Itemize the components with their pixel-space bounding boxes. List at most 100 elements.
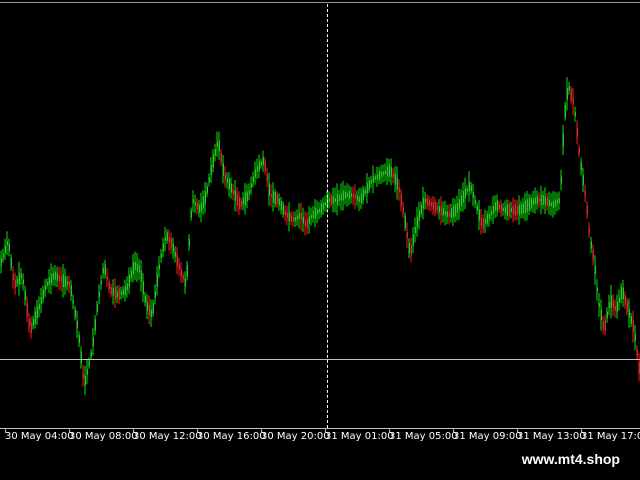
candle-body	[205, 191, 206, 204]
candle-body	[267, 174, 268, 181]
candle-body	[609, 301, 610, 309]
candle-body	[309, 216, 310, 224]
candle-body	[585, 190, 586, 197]
candle-body	[447, 211, 448, 218]
candle-body	[1, 257, 2, 266]
vertical-crosshair-line[interactable]	[327, 4, 328, 428]
candle-body	[347, 192, 348, 198]
candle-body	[273, 191, 274, 203]
candle-body	[599, 303, 600, 307]
candle-body	[549, 200, 550, 207]
candle-body	[101, 280, 102, 285]
candle-body	[59, 275, 60, 281]
watermark-text: www.mt4.shop	[513, 446, 628, 472]
candle-body	[89, 360, 90, 366]
candle-body	[367, 183, 368, 194]
candle-body	[437, 205, 438, 211]
candle-body	[189, 238, 190, 247]
candle-body	[633, 320, 634, 333]
candle-body	[361, 193, 362, 204]
candle-body	[167, 232, 168, 241]
candle-body	[163, 243, 164, 252]
candle-body	[511, 208, 512, 212]
candle-body	[497, 200, 498, 211]
candle-body	[27, 302, 28, 316]
candle-body	[199, 204, 200, 213]
candle-body	[153, 303, 154, 314]
candle-body	[235, 190, 236, 201]
candle-body	[441, 206, 442, 216]
candle-body	[363, 189, 364, 201]
candle-body	[579, 147, 580, 154]
candle-body	[23, 279, 24, 285]
candle-body	[305, 220, 306, 227]
candle-body	[87, 369, 88, 375]
candle-body	[183, 275, 184, 280]
candle-body	[223, 162, 224, 176]
candle-body	[307, 218, 308, 228]
candle-body	[535, 197, 536, 204]
candle-body	[537, 195, 538, 205]
candle-body	[229, 179, 230, 190]
candle-body	[333, 196, 334, 204]
candle-body	[243, 197, 244, 205]
candle-body	[115, 286, 116, 300]
candle-body	[517, 205, 518, 215]
candle-body	[555, 199, 556, 207]
candle-body	[357, 195, 358, 201]
candle-body	[287, 212, 288, 219]
candle-body	[91, 352, 92, 357]
candle-body	[613, 301, 614, 309]
candle-body	[271, 194, 272, 198]
candle-body	[311, 214, 312, 219]
candle-body	[141, 270, 142, 282]
candle-body	[171, 238, 172, 249]
candle-body	[245, 192, 246, 206]
candle-body	[57, 273, 58, 281]
candle-body	[161, 253, 162, 259]
candle-body	[619, 297, 620, 303]
price-plot-area[interactable]	[0, 0, 640, 428]
candle-body	[85, 375, 86, 386]
candle-body	[471, 185, 472, 192]
candle-body	[427, 198, 428, 206]
candle-body	[303, 216, 304, 224]
candle-body	[373, 176, 374, 183]
candle-body	[551, 202, 552, 207]
candle-body	[335, 198, 336, 202]
candle-body	[321, 203, 322, 215]
candle-body	[443, 208, 444, 216]
candle-body	[143, 281, 144, 294]
candle-body	[69, 281, 70, 287]
candle-body	[63, 274, 64, 287]
candle-body	[505, 206, 506, 214]
candle-body	[37, 306, 38, 319]
candle-body	[387, 166, 388, 177]
candle-body	[169, 237, 170, 243]
candle-body	[67, 281, 68, 285]
horizontal-price-line[interactable]	[0, 359, 640, 360]
candle-body	[117, 291, 118, 298]
candle-body	[291, 214, 292, 222]
candle-body	[583, 175, 584, 185]
candle-body	[339, 195, 340, 201]
candle-body	[453, 206, 454, 218]
candle-body	[365, 189, 366, 194]
candle-body	[325, 202, 326, 206]
time-axis-label: 31 May 05:00	[389, 431, 458, 442]
candle-body	[43, 289, 44, 300]
candle-body	[405, 215, 406, 228]
candle-body	[355, 195, 356, 199]
candle-body	[595, 266, 596, 274]
chart-window[interactable]: 30 May 04:00 30 May 08:00 30 May 12:00 30 M…	[0, 0, 640, 480]
candle-body	[607, 311, 608, 319]
candle-body	[351, 193, 352, 197]
candle-body	[589, 227, 590, 233]
candle-body	[369, 180, 370, 190]
candle-body	[155, 291, 156, 298]
candle-body	[467, 188, 468, 192]
candle-body	[255, 169, 256, 178]
time-axis-label: 30 May 08:00	[69, 431, 138, 442]
candle-body	[375, 176, 376, 180]
candle-body	[519, 204, 520, 216]
